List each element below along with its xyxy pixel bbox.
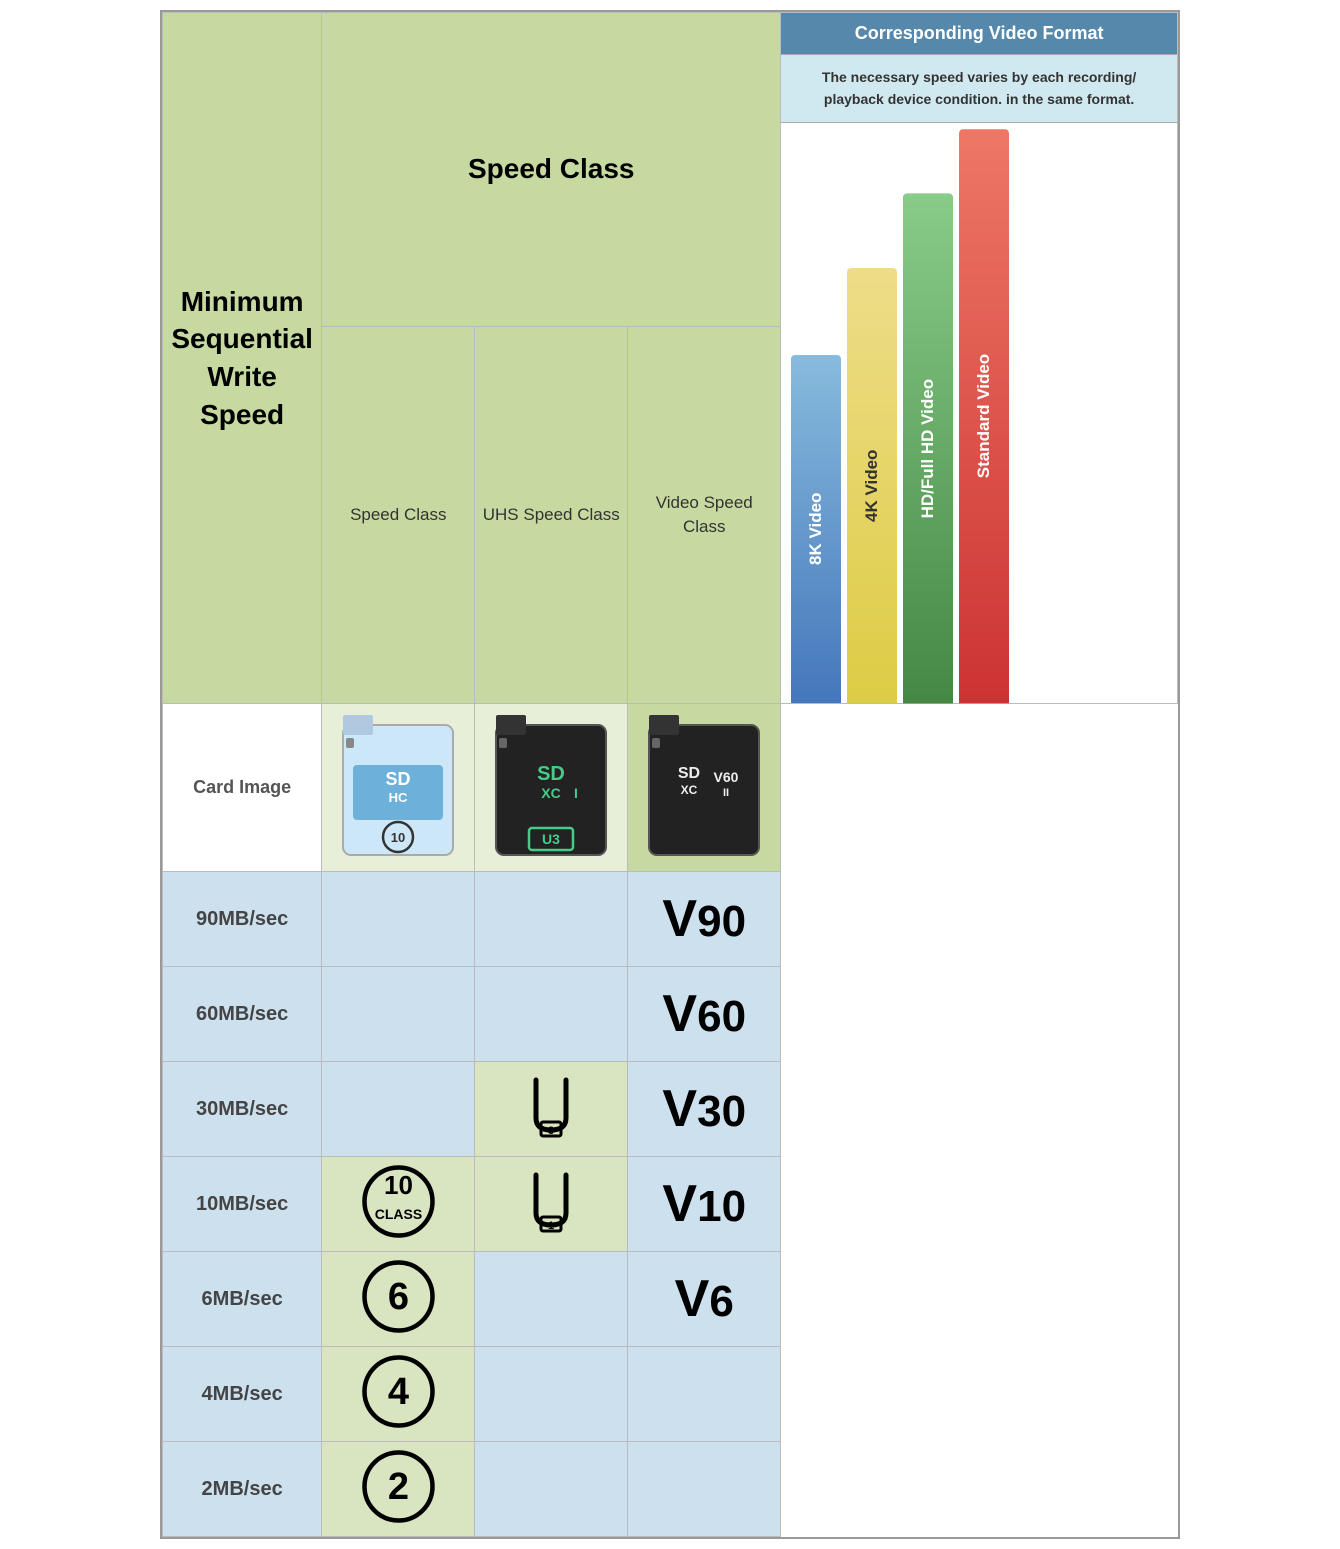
sdxc-v60-card-svg: SD XC V60 II [644,710,764,860]
row-90mbps: 90MB/sec V90 [163,872,1178,967]
c6-svg: 6 [361,1259,436,1334]
svg-text:CLASS: CLASS [375,1206,422,1222]
sdxc-u3-card-svg: SD XC I U3 [491,710,611,860]
uhs-4-cell [475,1347,628,1442]
c4-svg: 4 [361,1354,436,1429]
svg-text:SD: SD [537,763,565,785]
svg-text:SD: SD [678,765,700,782]
svg-text:U3: U3 [542,831,560,847]
vsc-10-cell: V10 [628,1157,781,1252]
uhs-10-cell: 1 [475,1157,628,1252]
card-image-label: Card Image [163,704,322,872]
svg-text:10: 10 [391,830,405,845]
speed-30-label: 30MB/sec [163,1062,322,1157]
vsc-2-cell [628,1442,781,1537]
svg-text:10: 10 [384,1170,413,1200]
sdxc-v60-card-cell: SD XC V60 II [628,704,781,872]
svg-text:SD: SD [386,769,411,789]
min-write-header: Minimum Sequential Write Speed [163,13,322,704]
bar-std: Standard Video [959,129,1009,703]
svg-text:XC: XC [681,783,698,797]
sc-30-cell [322,1062,475,1157]
uhs-30-cell: 3 [475,1062,628,1157]
sc-10-cell: 10 CLASS [322,1157,475,1252]
vsc-6-cell: V6 [628,1252,781,1347]
svg-text:HC: HC [389,790,408,805]
uhs-60-cell [475,967,628,1062]
bar-8k: 8K Video [791,355,841,703]
speed-10-label: 10MB/sec [163,1157,322,1252]
corresponding-video-format-header: Corresponding Video Format [781,13,1177,55]
svg-text:V60: V60 [714,769,739,785]
speed-class-group-header: Speed Class [322,13,781,327]
bar-std-wrapper: Standard Video [959,123,1009,703]
vsc-60-cell: V60 [628,967,781,1062]
u1-svg: 1 [516,1167,586,1237]
sc-4-cell: 4 [322,1347,475,1442]
row-6mbps: 6MB/sec 6 V6 [163,1252,1178,1347]
speed-2-label: 2MB/sec [163,1442,322,1537]
svg-text:1: 1 [548,1220,554,1232]
u3-svg: 3 [516,1072,586,1142]
v6-symbol: V6 [675,1270,734,1328]
speed-6-label: 6MB/sec [163,1252,322,1347]
v30-symbol: V30 [662,1080,746,1138]
bars-area: 8K Video 4K Video HD/Full HD Video Stand… [781,123,1177,703]
v10-symbol: V10 [662,1175,746,1233]
sdhc-card-svg: SD HC 10 [338,710,458,860]
bar-4k-wrapper: 4K Video [847,123,897,703]
vsc-90-cell: V90 [628,872,781,967]
c2-svg: 2 [361,1449,436,1524]
c10-svg: 10 CLASS [361,1164,436,1239]
row-2mbps: 2MB/sec 2 [163,1442,1178,1537]
uhs-6-cell [475,1252,628,1347]
video-format-note: The necessary speed varies by each recor… [781,55,1177,123]
col-speed-class-label: Speed Class [322,326,475,704]
row-60mbps: 60MB/sec V60 [163,967,1178,1062]
svg-text:II: II [723,787,729,799]
bar-hd: HD/Full HD Video [903,193,953,703]
v60-symbol: V60 [662,985,746,1043]
svg-text:6: 6 [388,1276,409,1318]
v90-symbol: V90 [662,890,746,948]
sdxc-u3-card-cell: SD XC I U3 [475,704,628,872]
col-uhs-speed-class-label: UHS Speed Class [475,326,628,704]
col-video-speed-class-label: Video Speed Class [628,326,781,704]
sc-2-cell: 2 [322,1442,475,1537]
sc-60-cell [322,967,475,1062]
vsc-4-cell [628,1347,781,1442]
sc-90-cell [322,872,475,967]
row-4mbps: 4MB/sec 4 [163,1347,1178,1442]
speed-90-label: 90MB/sec [163,872,322,967]
svg-text:XC: XC [542,785,561,801]
main-container: Minimum Sequential Write Speed Speed Cla… [160,10,1180,1539]
bar-hd-wrapper: HD/Full HD Video [903,123,953,703]
row-30mbps: 30MB/sec 3 V30 [163,1062,1178,1157]
uhs-2-cell [475,1442,628,1537]
bar-8k-wrapper: 8K Video [791,123,841,703]
row-10mbps: 10MB/sec 10 CLASS 1 [163,1157,1178,1252]
speed-4-label: 4MB/sec [163,1347,322,1442]
card-image-row: Card Image SD HC 10 [163,704,1178,872]
svg-text:2: 2 [388,1466,409,1508]
bar-4k: 4K Video [847,268,897,703]
vsc-30-cell: V30 [628,1062,781,1157]
svg-text:3: 3 [548,1125,554,1137]
speed-60-label: 60MB/sec [163,967,322,1062]
sc-6-cell: 6 [322,1252,475,1347]
video-format-area: Corresponding Video Format The necessary… [781,13,1178,704]
sdhc-card-cell: SD HC 10 [322,704,475,872]
svg-text:I: I [574,785,578,801]
svg-text:4: 4 [388,1371,409,1413]
uhs-90-cell [475,872,628,967]
